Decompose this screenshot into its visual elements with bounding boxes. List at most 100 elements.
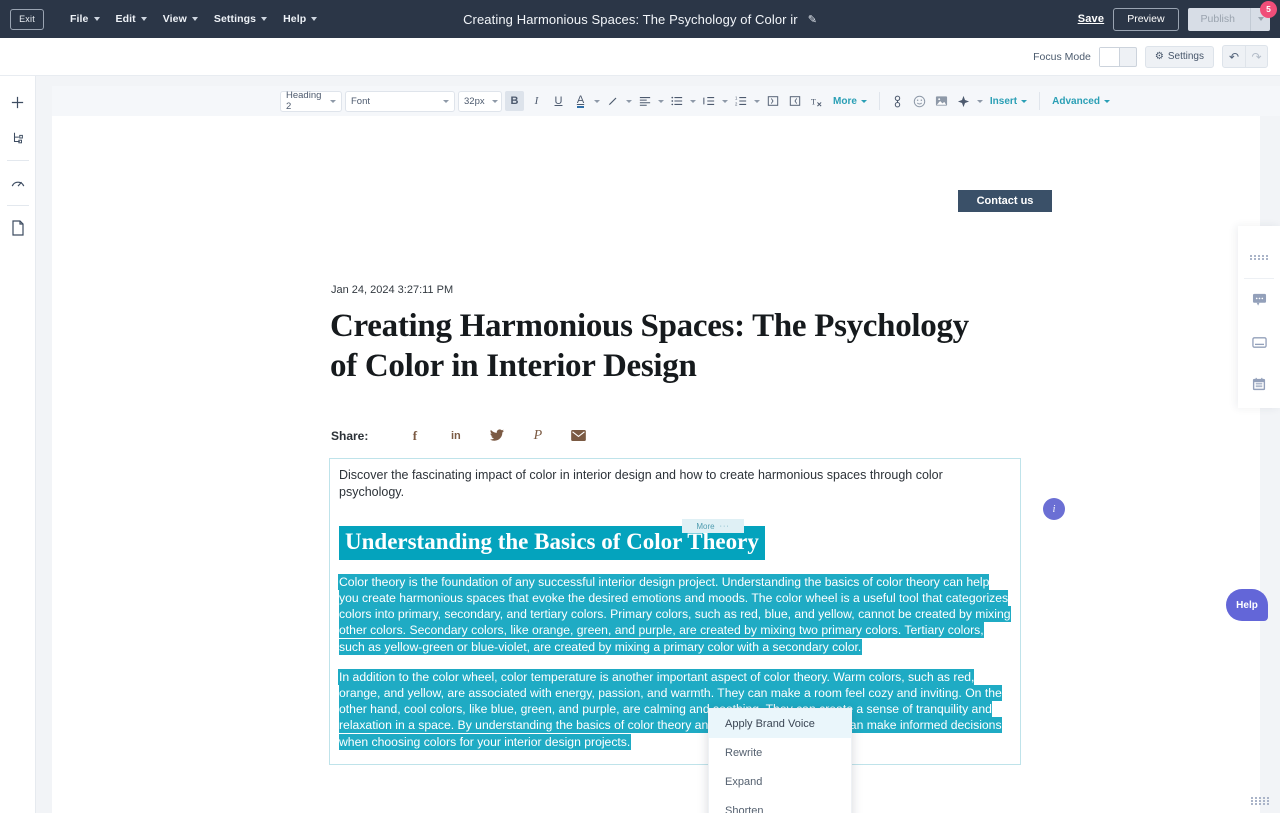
list-button[interactable] [667, 91, 686, 111]
facebook-icon[interactable]: f [394, 428, 435, 444]
image-icon [935, 95, 948, 107]
emoji-icon [913, 95, 926, 108]
menu-item-settings[interactable]: Settings [206, 9, 275, 29]
app-root: Exit File Edit View Settings Help [0, 0, 1280, 813]
calendar-button[interactable] [1238, 363, 1280, 405]
publish-button[interactable]: Publish [1188, 8, 1250, 31]
selected-paragraph-2: In addition to the color wheel, color te… [339, 669, 1011, 750]
pencil-icon[interactable]: ✎ [808, 13, 817, 26]
selection-highlight: Color theory is the foundation of any su… [339, 575, 1011, 654]
chevron-down-icon [311, 17, 317, 21]
context-menu-item-expand[interactable]: Expand [709, 767, 851, 796]
preview-button[interactable]: Preview [1113, 8, 1178, 31]
pages-button[interactable] [3, 210, 33, 246]
context-menu-item-apply-brand-voice[interactable]: Apply Brand Voice [709, 709, 851, 738]
bold-button[interactable]: B [505, 91, 524, 111]
lead-paragraph: Discover the fascinating impact of color… [330, 459, 1020, 514]
menu-item-file[interactable]: File [62, 9, 108, 29]
emoji-button[interactable] [910, 91, 929, 111]
drag-handle-button[interactable] [1238, 236, 1280, 278]
align-button[interactable] [635, 91, 654, 111]
inline-more-tab[interactable]: More ··· [682, 519, 744, 533]
ordered-list-button[interactable]: 12 [731, 91, 750, 111]
chevron-down-icon[interactable] [626, 100, 632, 103]
chat-button[interactable] [1238, 279, 1280, 321]
text-color-button[interactable]: A [571, 91, 590, 111]
chevron-down-icon [94, 17, 100, 21]
pinterest-icon[interactable]: P [517, 428, 558, 444]
more-dots-icon: ··· [720, 523, 730, 530]
ordered-list-icon: 12 [735, 95, 747, 107]
indent-decrease-button[interactable] [699, 91, 718, 111]
context-menu-item-shorten[interactable]: Shorten [709, 796, 851, 813]
chevron-down-icon[interactable] [658, 100, 664, 103]
selected-content-block[interactable]: Discover the fascinating impact of color… [329, 458, 1021, 765]
menu-item-view[interactable]: View [155, 9, 206, 29]
ai-sparkle-button[interactable] [954, 91, 973, 111]
chevron-down-icon[interactable] [722, 100, 728, 103]
highlight-button[interactable] [603, 91, 622, 111]
undo-arrow-icon[interactable]: ↶ [1223, 46, 1245, 67]
text-color-glyph: A [577, 94, 584, 108]
chevron-down-icon [492, 100, 498, 103]
outdent-button[interactable] [763, 91, 782, 111]
italic-button[interactable]: I [527, 91, 546, 111]
editor-area: Heading 2 Font 32px B I U A [36, 76, 1280, 813]
menu-label: View [163, 13, 187, 25]
sparkle-ai-icon [957, 95, 970, 108]
font-size-select[interactable]: 32px [458, 91, 502, 112]
outdent-icon [767, 95, 779, 107]
info-badge[interactable]: i [1043, 498, 1065, 520]
chevron-down-icon[interactable] [977, 100, 983, 103]
inbox-button[interactable] [1238, 321, 1280, 363]
twitter-icon[interactable] [476, 429, 517, 444]
chevron-down-icon[interactable] [690, 100, 696, 103]
image-button[interactable] [932, 91, 951, 111]
indent-button[interactable] [785, 91, 804, 111]
menu-item-help[interactable]: Help [275, 9, 325, 29]
gauge-icon [10, 175, 26, 191]
menu-item-edit[interactable]: Edit [108, 9, 155, 29]
corner-grid-button[interactable] [1251, 797, 1270, 805]
settings-button[interactable]: ⚙ Settings [1145, 46, 1214, 68]
clear-format-button[interactable]: T [807, 91, 826, 111]
linkedin-icon[interactable]: in [435, 430, 476, 442]
redo-arrow-icon[interactable]: ↷ [1245, 46, 1267, 67]
underline-glyph: U [555, 95, 563, 107]
chevron-down-icon[interactable] [594, 100, 600, 103]
menu-label: Help [283, 13, 306, 25]
secondary-toolbar: Focus Mode ⚙ Settings ↶ ↷ [0, 38, 1280, 76]
menu-label: Edit [116, 13, 136, 25]
context-menu-item-rewrite[interactable]: Rewrite [709, 738, 851, 767]
structure-tree-icon [11, 131, 25, 145]
link-button[interactable] [888, 91, 907, 111]
font-family-select[interactable]: Font [345, 91, 455, 112]
focus-mode-toggle[interactable] [1099, 47, 1137, 67]
indent-decrease-icon [703, 95, 715, 107]
chevron-down-icon[interactable] [754, 100, 760, 103]
link-icon [892, 95, 903, 108]
advanced-button[interactable]: Advanced [1048, 96, 1114, 107]
calendar-icon [1252, 377, 1266, 391]
publish-notification-badge: 5 [1260, 1, 1277, 18]
insert-button[interactable]: Insert [986, 96, 1031, 107]
grid-dots-icon [1251, 797, 1270, 805]
structure-button[interactable] [3, 120, 33, 156]
advanced-label: Advanced [1052, 96, 1100, 107]
document-content: Contact us Jan 24, 2024 3:27:11 PM Creat… [52, 116, 1260, 813]
selection-highlight: In addition to the color wheel, color te… [339, 670, 1002, 749]
add-element-button[interactable] [3, 84, 33, 120]
email-icon[interactable] [558, 429, 599, 444]
exit-button[interactable]: Exit [10, 9, 44, 30]
performance-button[interactable] [3, 165, 33, 201]
more-formatting-button[interactable]: More [829, 96, 871, 107]
chevron-down-icon [261, 17, 267, 21]
contact-us-button[interactable]: Contact us [958, 190, 1052, 212]
italic-glyph: I [535, 95, 539, 107]
paragraph-style-select[interactable]: Heading 2 [280, 91, 342, 112]
underline-button[interactable]: U [549, 91, 568, 111]
help-button[interactable]: Help [1226, 589, 1268, 621]
chevron-down-icon [443, 100, 449, 103]
save-button[interactable]: Save [1078, 13, 1105, 25]
plus-icon [10, 95, 25, 110]
